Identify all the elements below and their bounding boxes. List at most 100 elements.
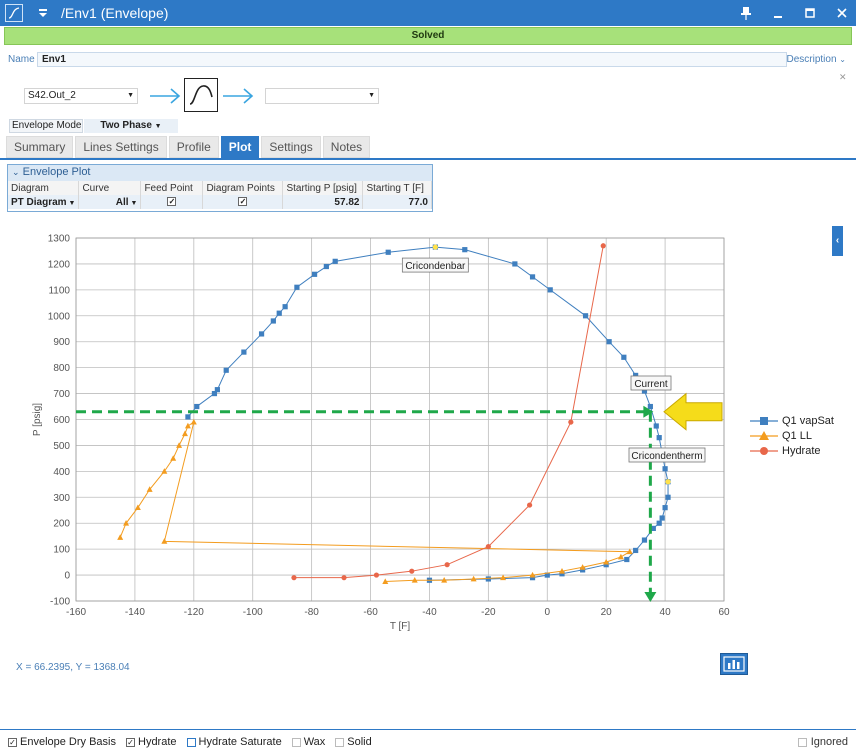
y-axis-label: P [psig] <box>32 403 43 436</box>
tab-notes[interactable]: Notes <box>322 136 371 158</box>
data-point-vapsat[interactable] <box>223 367 229 373</box>
data-point-vapsat[interactable] <box>512 261 518 267</box>
data-point-vapsat[interactable] <box>656 435 662 441</box>
data-point-ll[interactable] <box>617 553 624 560</box>
collapse-chevron-icon[interactable]: ⌄ <box>12 167 20 177</box>
starting-t-value[interactable]: 77.0 <box>362 195 432 209</box>
name-input[interactable]: Env1 <box>37 52 787 67</box>
header-starting-p: Starting P [psig] <box>282 181 364 195</box>
envelope-plot-table: Diagram Curve Feed Point Diagram Points … <box>8 181 432 209</box>
data-point-ll[interactable] <box>117 534 124 540</box>
data-point-vapsat[interactable] <box>241 349 247 355</box>
data-point-ll[interactable] <box>181 430 188 437</box>
data-point-vapsat[interactable] <box>485 576 491 582</box>
data-point-vapsat[interactable] <box>653 423 659 429</box>
data-point-vapsat[interactable] <box>547 287 553 293</box>
data-point-vapsat[interactable] <box>282 304 288 310</box>
outlet-stream-select[interactable]: ▼ <box>265 88 379 104</box>
ignored-checkbox[interactable]: Ignored <box>797 736 848 748</box>
data-point-hydrate[interactable] <box>409 568 415 574</box>
tab-settings[interactable]: Settings <box>261 136 321 158</box>
window-menu-icon[interactable] <box>35 5 51 21</box>
curve-select[interactable]: All ▼ <box>78 195 142 209</box>
starting-p-value[interactable]: 57.82 <box>282 195 364 209</box>
x-tick-label: -120 <box>184 607 204 618</box>
data-point-vapsat[interactable] <box>624 556 630 563</box>
hydrate-saturate-checkbox[interactable]: Hydrate Saturate <box>186 736 282 748</box>
hydrate-checkbox[interactable]: ✓ Hydrate <box>126 736 177 748</box>
data-point-vapsat[interactable] <box>385 249 391 255</box>
tab-lines-settings[interactable]: Lines Settings <box>75 136 167 158</box>
data-point-vapsat[interactable] <box>647 403 653 410</box>
data-point-vapsat[interactable] <box>462 247 468 253</box>
data-point-vapsat[interactable] <box>659 515 665 521</box>
pin-icon[interactable] <box>738 5 754 21</box>
y-tick-label: 400 <box>53 467 70 478</box>
diagram-points-checkbox[interactable]: ✓ <box>202 195 284 209</box>
data-point-ll[interactable] <box>170 455 177 461</box>
envelope-mode-select[interactable]: Two Phase ▼ <box>84 119 178 133</box>
chart-legend: Q1 vapSat Q1 LL Hydrate <box>750 413 834 458</box>
header-diagram-points: Diagram Points <box>202 181 284 195</box>
data-point-vapsat[interactable] <box>214 387 220 393</box>
name-row: Name Env1 Description ⌄ <box>4 52 852 68</box>
tab-summary[interactable]: Summary <box>6 136 74 158</box>
data-point-hydrate[interactable] <box>600 243 606 249</box>
data-point-ll[interactable] <box>184 422 191 429</box>
tab-plot[interactable]: Plot <box>220 136 260 158</box>
y-tick-label: 1100 <box>48 285 70 296</box>
envelope-plot-header[interactable]: ⌄ Envelope Plot <box>8 165 432 181</box>
data-point-hydrate[interactable] <box>568 419 574 425</box>
maximize-icon[interactable] <box>802 5 818 21</box>
data-point-vapsat[interactable] <box>258 331 265 337</box>
data-point-hydrate[interactable] <box>291 575 297 581</box>
header-feed-point: Feed Point <box>140 181 204 195</box>
y-tick-label: 700 <box>53 389 70 400</box>
critical-point-marker <box>665 479 671 485</box>
diagram-select[interactable]: PT Diagram ▼ <box>8 195 80 209</box>
title-bar: /Env1 (Envelope) <box>0 0 856 26</box>
data-point-hydrate[interactable] <box>444 562 450 568</box>
data-point-vapsat[interactable] <box>185 414 191 420</box>
data-point-vapsat[interactable] <box>332 258 338 264</box>
data-point-vapsat[interactable] <box>621 354 627 360</box>
envelope-block-icon[interactable] <box>184 78 218 112</box>
description-link[interactable]: Description ⌄ <box>786 54 846 65</box>
data-point-vapsat[interactable] <box>194 403 200 410</box>
data-point-vapsat[interactable] <box>665 494 671 500</box>
data-point-vapsat[interactable] <box>656 520 662 526</box>
y-tick-label: 500 <box>53 441 70 452</box>
data-point-vapsat[interactable] <box>662 466 668 472</box>
data-point-vapsat[interactable] <box>582 313 589 319</box>
data-point-vapsat[interactable] <box>323 263 329 270</box>
data-point-vapsat[interactable] <box>633 547 639 554</box>
minimize-icon[interactable] <box>770 5 786 21</box>
annotation-label: Current <box>634 379 668 390</box>
close-icon[interactable] <box>834 5 850 21</box>
solid-checkbox[interactable]: Solid <box>335 736 372 748</box>
wax-checkbox[interactable]: Wax <box>291 736 325 748</box>
chart-options-button[interactable] <box>720 653 748 675</box>
data-point-vapsat[interactable] <box>276 310 282 316</box>
pt-envelope-chart[interactable]: -160 -140 -120 -100 -80 -60 -40 -20 0 20 40 60 -100 0… <box>0 225 856 650</box>
data-point-hydrate[interactable] <box>341 575 347 581</box>
data-point-vapsat[interactable] <box>270 318 276 324</box>
envelope-dry-basis-checkbox[interactable]: ✓ Envelope Dry Basis <box>8 736 116 748</box>
data-point-vapsat[interactable] <box>606 339 612 345</box>
data-point-vapsat[interactable] <box>641 537 648 543</box>
data-point-hydrate[interactable] <box>527 502 533 508</box>
x-tick-label: -60 <box>363 607 378 618</box>
data-point-vapsat[interactable] <box>662 505 668 511</box>
data-point-hydrate[interactable] <box>485 543 491 550</box>
guide-arrow-down <box>644 592 657 602</box>
feed-point-checkbox[interactable]: ✓ <box>140 195 204 209</box>
data-point-vapsat[interactable] <box>529 274 536 280</box>
data-point-vapsat[interactable] <box>311 271 318 277</box>
unpin-icon[interactable]: ✕ <box>839 72 847 83</box>
inlet-stream-select[interactable]: S42.Out_2 ▼ <box>24 88 138 104</box>
data-point-hydrate[interactable] <box>373 572 380 578</box>
data-point-vapsat[interactable] <box>294 284 300 290</box>
inlet-arrow-icon <box>150 88 181 104</box>
tab-profile[interactable]: Profile <box>168 136 219 158</box>
data-point-ll[interactable] <box>176 442 183 448</box>
